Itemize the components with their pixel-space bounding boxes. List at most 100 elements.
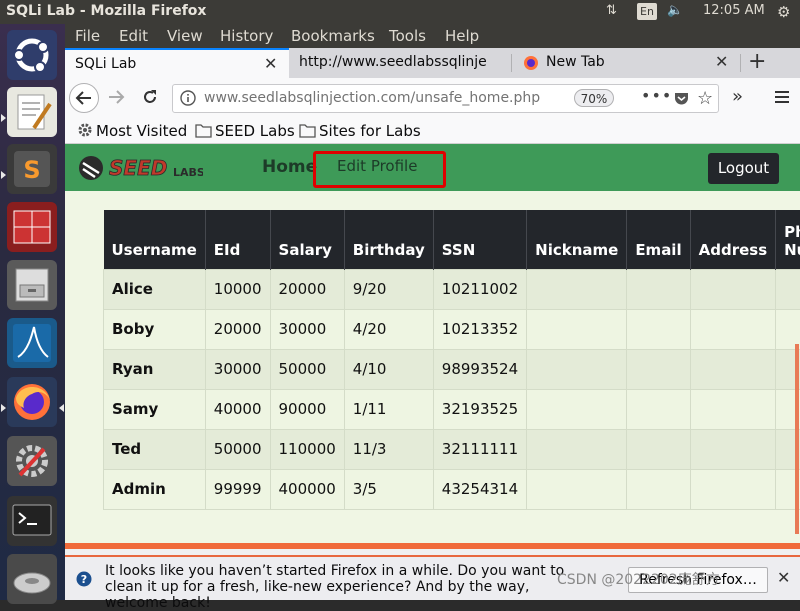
menu-file[interactable]: File bbox=[75, 27, 100, 45]
svg-text:SEED: SEED bbox=[109, 156, 167, 180]
table-cell: 50000 bbox=[270, 349, 344, 389]
table-cell: 3/5 bbox=[344, 469, 433, 509]
sublime-text-icon[interactable]: S bbox=[7, 144, 57, 194]
table-cell bbox=[627, 429, 690, 469]
clock[interactable]: 12:05 AM bbox=[703, 3, 765, 18]
tab-sqli-lab[interactable]: SQLi Lab ✕ bbox=[65, 48, 289, 78]
page-actions-icon[interactable]: ••• bbox=[641, 86, 672, 105]
url-text[interactable]: www.seedlabsqlinjection.com/unsafe_home.… bbox=[204, 90, 544, 106]
bookmark-most-visited[interactable]: Most Visited bbox=[77, 122, 187, 140]
table-cell bbox=[527, 429, 627, 469]
firefox-icon[interactable] bbox=[7, 377, 57, 427]
bookmark-star-icon[interactable]: ☆ bbox=[697, 88, 713, 109]
wireshark-icon[interactable] bbox=[7, 318, 57, 368]
toolbar-overflow-icon[interactable]: » bbox=[732, 86, 743, 107]
column-header-email: Email bbox=[627, 210, 690, 269]
table-cell: 9/20 bbox=[344, 269, 433, 309]
table-cell: 10213352 bbox=[433, 309, 526, 349]
close-tab-icon[interactable]: ✕ bbox=[264, 54, 277, 73]
new-tab-plus-icon[interactable]: + bbox=[748, 49, 766, 74]
file-cabinet-icon[interactable] bbox=[7, 260, 57, 310]
table-row: Ryan30000500004/1098993524 bbox=[104, 349, 800, 389]
vertical-scrollbar[interactable] bbox=[795, 344, 799, 534]
csdn-watermark: CSDN @2022202庞舒方 bbox=[557, 569, 720, 589]
page-bottom-border bbox=[65, 543, 800, 549]
notification-message: It looks like you haven’t started Firefo… bbox=[105, 563, 585, 611]
table-cell: Boby bbox=[104, 309, 206, 349]
text-editor-icon[interactable] bbox=[7, 87, 57, 137]
menu-history[interactable]: History bbox=[220, 27, 273, 45]
logout-button[interactable]: Logout bbox=[708, 153, 779, 184]
table-cell bbox=[527, 469, 627, 509]
site-info-icon[interactable] bbox=[180, 90, 196, 106]
settings-icon[interactable] bbox=[7, 436, 57, 486]
running-indicator bbox=[1, 114, 6, 122]
system-top-bar: SQLi Lab - Mozilla Firefox ⇅ En 🔈 12:05 … bbox=[0, 0, 800, 24]
table-cell: 99999 bbox=[205, 469, 270, 509]
volume-icon[interactable]: 🔈 bbox=[667, 3, 683, 18]
bookmark-label: Most Visited bbox=[96, 122, 187, 140]
employee-table-wrapper: Username EId Salary Birthday SSN Nicknam… bbox=[103, 210, 800, 510]
nav-home-link[interactable]: Home bbox=[262, 157, 317, 177]
hamburger-menu-icon[interactable] bbox=[772, 87, 792, 107]
web-page-content: SEED LABS Home Edit Profile Logout Usern… bbox=[65, 144, 800, 549]
table-cell: 20000 bbox=[270, 269, 344, 309]
menu-bookmarks[interactable]: Bookmarks bbox=[291, 27, 375, 45]
disk-icon[interactable] bbox=[7, 554, 57, 604]
table-cell bbox=[690, 429, 776, 469]
running-indicator bbox=[1, 171, 6, 179]
close-tab-icon[interactable]: ✕ bbox=[715, 52, 728, 71]
terminal-icon[interactable] bbox=[7, 496, 57, 546]
svg-text:?: ? bbox=[81, 573, 87, 586]
back-button[interactable] bbox=[69, 83, 99, 113]
url-host: www.seedlabsqlinjection.com bbox=[204, 90, 410, 106]
back-arrow-icon bbox=[75, 89, 93, 107]
table-row: Boby20000300004/2010213352 bbox=[104, 309, 800, 349]
table-cell: 4/10 bbox=[344, 349, 433, 389]
seed-labs-logo[interactable]: SEED LABS bbox=[77, 153, 203, 183]
running-indicator bbox=[1, 404, 6, 412]
table-cell bbox=[627, 309, 690, 349]
menu-edit[interactable]: Edit bbox=[119, 27, 148, 45]
table-cell bbox=[690, 269, 776, 309]
question-icon: ? bbox=[76, 571, 92, 587]
active-indicator bbox=[59, 404, 64, 412]
ubuntu-dash-icon[interactable] bbox=[7, 30, 57, 80]
menu-help[interactable]: Help bbox=[445, 27, 479, 45]
gear-icon bbox=[77, 122, 93, 138]
tab-seedlabs-url[interactable]: http://www.seedlabssqlinjec bbox=[289, 48, 511, 78]
network-arrows-icon[interactable]: ⇅ bbox=[606, 3, 617, 18]
forward-arrow-icon[interactable] bbox=[107, 88, 125, 106]
bookmark-sites-for-labs[interactable]: Sites for Labs bbox=[299, 122, 421, 140]
table-cell: 43254314 bbox=[433, 469, 526, 509]
bookmark-seed-labs[interactable]: SEED Labs bbox=[195, 122, 295, 140]
tab-new-tab[interactable]: New Tab ✕ bbox=[511, 48, 740, 78]
column-header-eid: EId bbox=[205, 210, 270, 269]
table-cell: 32193525 bbox=[433, 389, 526, 429]
table-cell: 1/11 bbox=[344, 389, 433, 429]
table-cell bbox=[776, 309, 800, 349]
svg-text:S: S bbox=[23, 156, 40, 184]
table-cell bbox=[527, 349, 627, 389]
menu-view[interactable]: View bbox=[167, 27, 203, 45]
tab-label: New Tab bbox=[546, 54, 696, 70]
pocket-icon[interactable] bbox=[673, 90, 690, 107]
power-gear-icon[interactable]: ⚙ bbox=[777, 3, 790, 21]
column-header-address: Address bbox=[690, 210, 776, 269]
table-cell: 10000 bbox=[205, 269, 270, 309]
keyboard-layout-indicator[interactable]: En bbox=[637, 3, 657, 20]
highlight-box bbox=[313, 151, 446, 188]
table-cell: Ryan bbox=[104, 349, 206, 389]
url-bar[interactable]: www.seedlabsqlinjection.com/unsafe_home.… bbox=[172, 84, 719, 113]
reload-icon[interactable] bbox=[141, 88, 159, 106]
folder-icon bbox=[299, 123, 316, 138]
table-header-row: Username EId Salary Birthday SSN Nicknam… bbox=[104, 210, 800, 269]
firefox-window: File Edit View History Bookmarks Tools H… bbox=[65, 24, 800, 600]
table-body: Alice10000200009/2010211002Boby200003000… bbox=[104, 269, 800, 509]
zoom-level-badge[interactable]: 70% bbox=[574, 89, 614, 107]
column-header-username: Username bbox=[104, 210, 206, 269]
terminal-red-icon[interactable] bbox=[7, 202, 57, 252]
menu-tools[interactable]: Tools bbox=[389, 27, 426, 45]
table-cell: Samy bbox=[104, 389, 206, 429]
close-notification-icon[interactable]: ✕ bbox=[777, 568, 790, 587]
